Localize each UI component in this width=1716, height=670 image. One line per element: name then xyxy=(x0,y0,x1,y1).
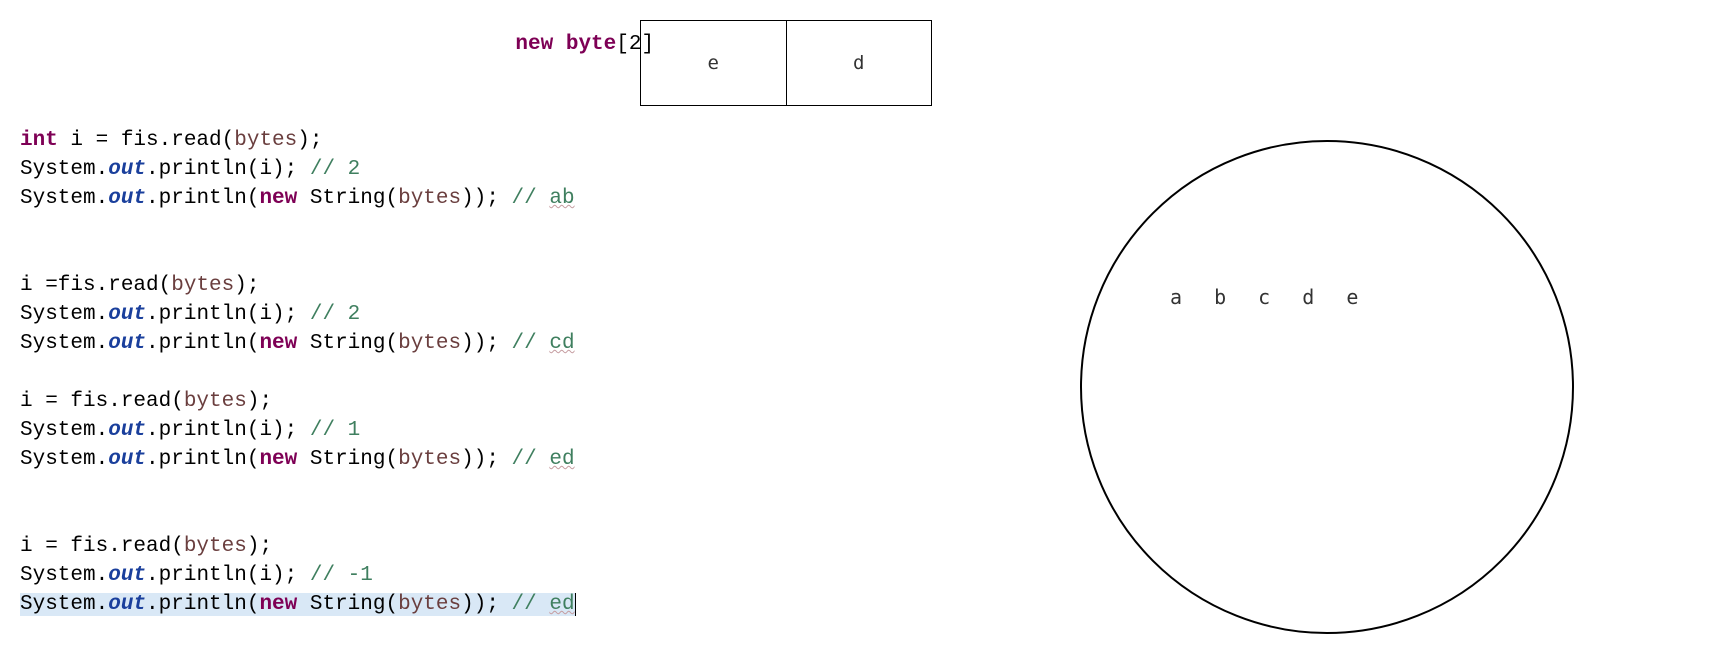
code-text: i =fis.read( xyxy=(20,274,171,297)
code-text: i = fis.read( xyxy=(58,129,234,152)
code-line: System.out.println(new String(bytes)); /… xyxy=(20,332,575,355)
comment: // xyxy=(512,332,550,355)
blank-line xyxy=(20,42,33,65)
code-text: String( xyxy=(297,332,398,355)
code-text: System. xyxy=(20,332,108,355)
code-text: .println( xyxy=(146,448,259,471)
field-out: out xyxy=(108,564,146,587)
code-text: ); xyxy=(247,535,272,558)
code-text: System. xyxy=(20,448,108,471)
comment: // xyxy=(512,593,550,616)
kw-new: new xyxy=(259,593,297,616)
code-line: System.out.println(i); // 2 xyxy=(20,303,360,326)
code-line: int i = fis.read(bytes); xyxy=(20,129,322,152)
kw-new: new xyxy=(259,332,297,355)
code-text: .println( xyxy=(146,332,259,355)
byte-table: e d xyxy=(640,20,932,106)
code-text: i = fis.read( xyxy=(20,390,184,413)
field-out: out xyxy=(108,419,146,442)
code-text: ); xyxy=(247,390,272,413)
comment: // 2 xyxy=(310,158,360,181)
arg: bytes xyxy=(398,187,461,210)
comment: // xyxy=(512,187,550,210)
arg: bytes xyxy=(184,535,247,558)
field-out: out xyxy=(108,332,146,355)
code-text: )); xyxy=(461,187,511,210)
code-text: String( xyxy=(297,187,398,210)
comment: // 1 xyxy=(310,419,360,442)
comment-wavy: ed xyxy=(549,593,575,616)
code-text: .println(i); xyxy=(146,564,310,587)
blank-line xyxy=(20,477,33,500)
code-text: ); xyxy=(297,129,322,152)
arg: bytes xyxy=(234,129,297,152)
arg: bytes xyxy=(398,448,461,471)
kw-new: new xyxy=(259,187,297,210)
code-text: String( xyxy=(297,593,398,616)
code-text: System. xyxy=(20,158,108,181)
code-text: )); xyxy=(461,332,511,355)
arg: bytes xyxy=(184,390,247,413)
code-text: System. xyxy=(20,564,108,587)
code-text: String( xyxy=(297,448,398,471)
arg: bytes xyxy=(171,274,234,297)
blank-line xyxy=(20,71,33,94)
code-text: ); xyxy=(234,274,259,297)
code-line: System.out.println(new String(bytes)); /… xyxy=(20,187,575,210)
comment: // 2 xyxy=(310,303,360,326)
comment: // -1 xyxy=(310,564,373,587)
stream-contents: a b c d e xyxy=(1170,285,1368,309)
code-text: )); xyxy=(461,448,511,471)
kw-new: new xyxy=(259,448,297,471)
code-text: .println(i); xyxy=(146,303,310,326)
comment-wavy: cd xyxy=(549,332,574,355)
code-line: System.out.println(i); // 1 xyxy=(20,419,360,442)
blank-line xyxy=(20,506,33,529)
blank-line xyxy=(20,245,33,268)
code-text: System. xyxy=(20,303,108,326)
comment: // xyxy=(512,448,550,471)
comment-wavy: ed xyxy=(549,448,574,471)
field-out: out xyxy=(108,448,146,471)
blank-line xyxy=(20,216,33,239)
code-line: System.out.println(new String(bytes)); /… xyxy=(20,448,575,471)
code-text: .println(i); xyxy=(146,158,310,181)
code-line: System.out.println(i); // -1 xyxy=(20,564,373,587)
comment-wavy: ab xyxy=(549,187,574,210)
blank-line xyxy=(20,100,33,123)
code-text: .println( xyxy=(146,593,259,616)
field-out: out xyxy=(108,187,146,210)
stream-circle xyxy=(1080,140,1574,634)
code-text: .println( xyxy=(146,187,259,210)
code-line: i =fis.read(bytes); xyxy=(20,274,259,297)
code-line: i = fis.read(bytes); xyxy=(20,390,272,413)
byte-cell-1: d xyxy=(786,21,932,105)
code-line-cursor: System.out.println(new String(bytes)); /… xyxy=(20,593,576,616)
field-out: out xyxy=(108,303,146,326)
code-text: )); xyxy=(461,593,511,616)
code-text: i = fis.read( xyxy=(20,535,184,558)
blank-line xyxy=(20,361,33,384)
field-out: out xyxy=(108,158,146,181)
code-line: System.out.println(i); // 2 xyxy=(20,158,360,181)
code-editor[interactable]: int i = fis.read(bytes); System.out.prin… xyxy=(20,10,576,648)
code-line: i = fis.read(bytes); xyxy=(20,535,272,558)
code-text: System. xyxy=(20,187,108,210)
code-text: .println(i); xyxy=(146,419,310,442)
code-text: System. xyxy=(20,593,108,616)
field-out: out xyxy=(108,593,146,616)
arg: bytes xyxy=(398,593,461,616)
kw-int: int xyxy=(20,129,58,152)
byte-cell-0: e xyxy=(641,21,786,105)
code-text: System. xyxy=(20,419,108,442)
arg: bytes xyxy=(398,332,461,355)
